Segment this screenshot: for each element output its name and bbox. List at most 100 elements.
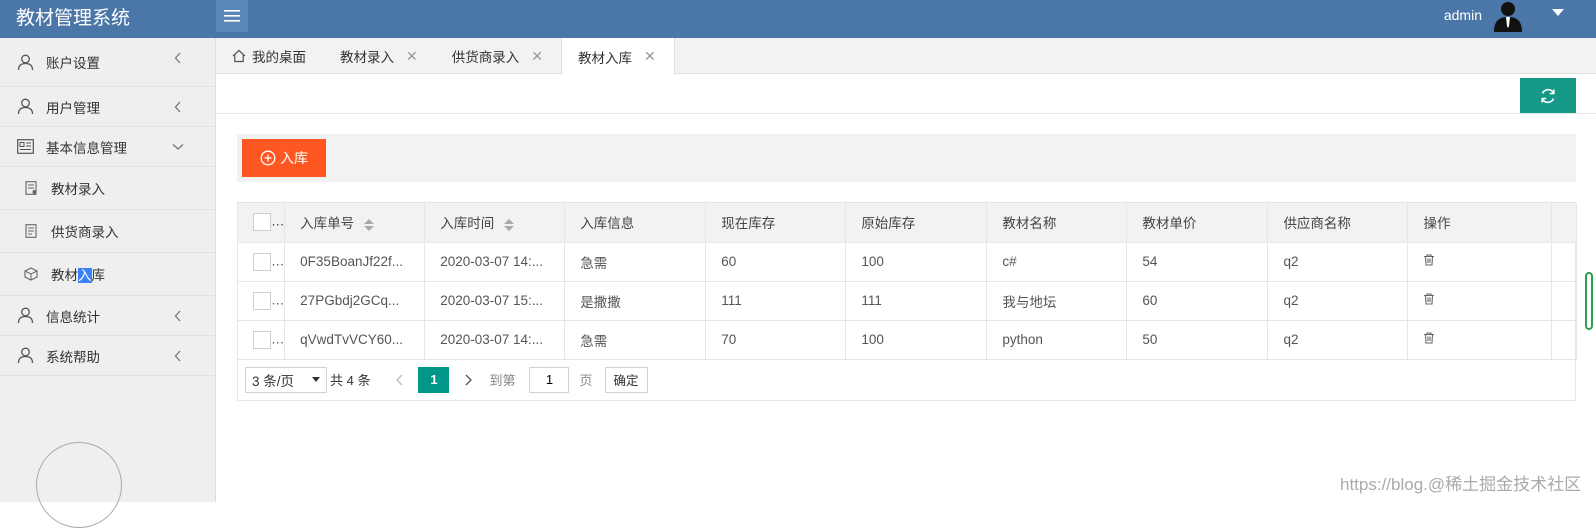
- menu-toggle-button[interactable]: [216, 0, 248, 32]
- divider: [216, 113, 1596, 114]
- sidebar-item-label: 基本信息管理: [46, 140, 127, 156]
- sort-icon[interactable]: [504, 218, 515, 231]
- current-page-button[interactable]: 1: [418, 366, 450, 393]
- sidebar-item-statistics[interactable]: 信息统计: [0, 296, 215, 336]
- goto-confirm-button[interactable]: 确定: [604, 366, 648, 393]
- table-cell: c#: [986, 242, 1128, 282]
- spacer-cell: [1551, 320, 1578, 360]
- table-row[interactable]: 27PGbdj2GCq... 2020-03-07 15:... 是撒撒 111…: [238, 281, 1578, 321]
- row-select-cell: [238, 281, 286, 321]
- table-cell: 50: [1126, 320, 1269, 360]
- spacer-cell: [1551, 203, 1578, 243]
- chevron-left-icon: [171, 349, 185, 363]
- sidebar-item-user-management[interactable]: 用户管理: [0, 87, 215, 127]
- column-header[interactable]: 入库单号: [284, 203, 426, 243]
- table-cell: q2: [1267, 320, 1409, 360]
- page-size-value: 3 条/页: [252, 373, 295, 389]
- trash-icon[interactable]: [1423, 293, 1435, 305]
- row-select-cell: [238, 320, 286, 360]
- table-cell: 60: [1126, 281, 1269, 321]
- user-name[interactable]: admin: [1444, 7, 1482, 23]
- select-all-checkbox[interactable]: [253, 213, 271, 232]
- close-icon[interactable]: ✕: [406, 48, 418, 65]
- table-cell: 2020-03-07 14:...: [424, 242, 566, 282]
- refresh-button[interactable]: [1520, 78, 1576, 114]
- user-icon: [16, 98, 34, 116]
- tab-label: 我的桌面: [252, 50, 306, 65]
- sidebar-item-account-settings[interactable]: 账户设置: [0, 38, 215, 87]
- page-size-select[interactable]: 3 条/页: [245, 366, 327, 393]
- sidebar-item-label: 信息统计: [46, 309, 100, 325]
- table-row[interactable]: 0F35BoanJf22f... 2020-03-07 14:... 急需 60…: [238, 242, 1578, 282]
- spacer-cell: [1551, 281, 1578, 321]
- select-all-cell: [238, 203, 286, 243]
- table-cell: 70: [705, 320, 847, 360]
- table-header-row: 入库单号 入库时间 入库信息 现在库存 原始库存 教材名称 教材单价 供应商名称…: [238, 203, 1578, 243]
- tab-supplier-entry[interactable]: 供货商录入 ✕: [436, 38, 561, 74]
- column-header-label: 入库单号: [300, 216, 355, 232]
- document-icon: [24, 224, 38, 238]
- table-cell: 我与地坛: [986, 281, 1128, 321]
- goto-page-input[interactable]: [529, 366, 570, 393]
- stock-in-button[interactable]: 入库: [242, 139, 326, 177]
- trash-icon[interactable]: [1423, 254, 1435, 266]
- row-checkbox[interactable]: [253, 252, 271, 271]
- sidebar-item-textbook-stock-in[interactable]: 教材入库: [0, 253, 215, 296]
- sidebar: 账户设置 用户管理 基本信息管理 教材录入 供货商录入 教材入库 信息统计 系统…: [0, 38, 216, 502]
- sidebar-item-label: 教材入库: [51, 264, 105, 284]
- tab-my-desktop[interactable]: 我的桌面: [216, 38, 324, 74]
- sidebar-item-supplier-entry[interactable]: 供货商录入: [0, 210, 215, 253]
- app-title: 教材管理系统: [16, 8, 131, 29]
- trash-icon[interactable]: [1423, 332, 1435, 344]
- table-cell: qVwdTvVCY60...: [284, 320, 426, 360]
- table-cell: 111: [705, 281, 847, 321]
- watermark: https://blog.@稀土掘金技术社区: [1340, 475, 1582, 494]
- column-header: 入库信息: [564, 203, 707, 243]
- chevron-left-icon: [171, 51, 185, 65]
- column-header: 原始库存: [845, 203, 988, 243]
- user-icon: [16, 347, 34, 365]
- sidebar-item-label: 供货商录入: [51, 225, 119, 240]
- next-page-button[interactable]: [459, 374, 477, 386]
- tab-label: 供货商录入: [451, 50, 520, 65]
- chevron-left-icon: [396, 374, 403, 385]
- table-cell: q2: [1267, 242, 1409, 282]
- tab-textbook-entry[interactable]: 教材录入 ✕: [324, 38, 436, 74]
- tab-label: 教材录入: [340, 50, 394, 65]
- action-bar: 入库: [237, 134, 1576, 182]
- chevron-down-icon: [312, 377, 320, 382]
- table-cell: 54: [1126, 242, 1269, 282]
- column-header-label: 入库时间: [440, 216, 495, 232]
- column-header[interactable]: 入库时间: [424, 203, 566, 243]
- scrollbar-thumb[interactable]: [1585, 272, 1593, 330]
- actions-cell: [1407, 281, 1552, 321]
- column-header: 现在库存: [705, 203, 847, 243]
- user-dropdown-caret-icon[interactable]: [1552, 9, 1564, 16]
- tab-textbook-stock-in[interactable]: 教材入库 ✕: [560, 38, 675, 75]
- column-header: 教材名称: [986, 203, 1128, 243]
- sidebar-item-label: 用户管理: [46, 100, 100, 116]
- decorative-circle: [36, 442, 122, 528]
- tab-bar: 我的桌面 教材录入 ✕ 供货商录入 ✕ 教材入库 ✕: [216, 38, 1596, 75]
- sidebar-item-system-help[interactable]: 系统帮助: [0, 336, 215, 376]
- table-row[interactable]: qVwdTvVCY60... 2020-03-07 14:... 急需 70 1…: [238, 320, 1578, 360]
- sidebar-item-basic-info-management[interactable]: 基本信息管理: [0, 127, 215, 167]
- row-checkbox[interactable]: [253, 330, 271, 349]
- home-icon: [232, 49, 246, 63]
- label-part: 库: [91, 268, 106, 283]
- id-card-icon: [16, 138, 34, 156]
- sort-icon[interactable]: [364, 218, 375, 231]
- sidebar-item-label: 系统帮助: [46, 349, 100, 365]
- row-checkbox[interactable]: [253, 291, 271, 310]
- table-cell: 2020-03-07 15:...: [424, 281, 566, 321]
- prev-page-button[interactable]: [390, 374, 408, 386]
- close-icon[interactable]: ✕: [644, 48, 656, 65]
- plus-circle-icon: [260, 150, 276, 166]
- close-icon[interactable]: ✕: [531, 48, 543, 65]
- sidebar-item-label: 账户设置: [46, 56, 100, 71]
- table-cell: 是撒撒: [564, 281, 707, 321]
- refresh-icon: [1541, 88, 1555, 104]
- table-cell: q2: [1267, 281, 1409, 321]
- user-avatar-icon[interactable]: [1490, 0, 1526, 32]
- sidebar-item-textbook-entry[interactable]: 教材录入: [0, 167, 215, 210]
